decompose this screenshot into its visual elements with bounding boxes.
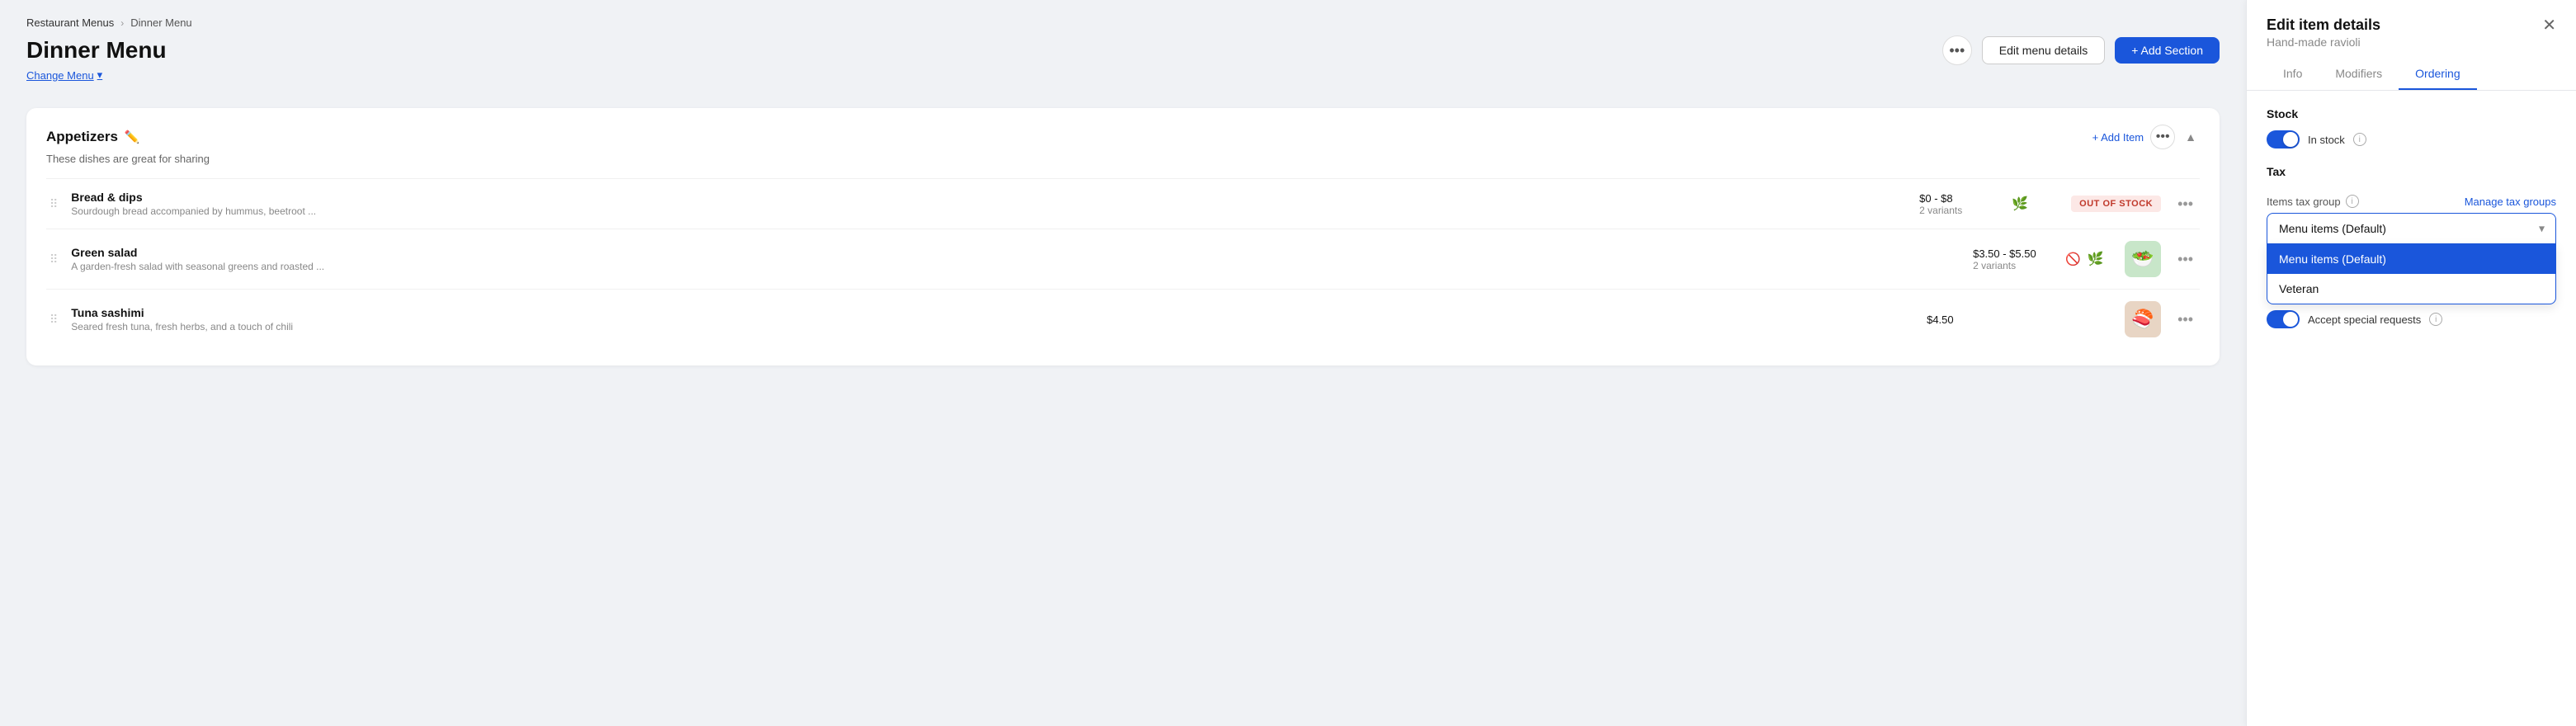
breadcrumb-separator: › bbox=[120, 17, 124, 29]
section-title: Appetizers bbox=[46, 129, 118, 145]
stock-row: In stock i bbox=[2267, 130, 2556, 148]
manage-tax-link[interactable]: Manage tax groups bbox=[2465, 196, 2556, 208]
item-price: $0 - $8 2 variants bbox=[1919, 192, 2002, 216]
item-more-button[interactable]: ••• bbox=[2171, 248, 2200, 271]
tax-option-veteran[interactable]: Veteran bbox=[2267, 274, 2555, 304]
toggle-knob bbox=[2283, 132, 2298, 147]
item-name: Tuna sashimi bbox=[71, 306, 1917, 319]
tax-label-row: Items tax group i Manage tax groups bbox=[2267, 195, 2556, 208]
breadcrumb: Restaurant Menus › Dinner Menu bbox=[26, 16, 2220, 29]
edit-section-icon[interactable]: ✏️ bbox=[125, 130, 140, 144]
tax-dropdown: Menu items (Default) ▾ Menu items (Defau… bbox=[2267, 213, 2556, 244]
change-menu-link[interactable]: Change Menu ▾ bbox=[26, 68, 2220, 82]
item-name: Green salad bbox=[71, 246, 1963, 259]
tax-section-title: Tax bbox=[2267, 165, 2286, 178]
add-item-button[interactable]: + Add Item bbox=[2092, 131, 2144, 144]
collapse-section-button[interactable]: ▲ bbox=[2182, 127, 2200, 147]
section-subtitle: These dishes are great for sharing bbox=[46, 153, 2200, 165]
chevron-up-icon: ▲ bbox=[2185, 130, 2196, 144]
leaf-icon: 🌿 bbox=[2012, 196, 2028, 212]
no-image-icon: 🚫 bbox=[2065, 252, 2081, 266]
special-requests-label: Accept special requests bbox=[2308, 314, 2421, 326]
chevron-down-icon: ▾ bbox=[97, 68, 103, 82]
drag-handle[interactable]: ⠿ bbox=[46, 252, 61, 266]
breadcrumb-parent[interactable]: Restaurant Menus bbox=[26, 16, 114, 29]
edit-item-panel: Edit item details ✕ Hand-made ravioli In… bbox=[2246, 0, 2576, 726]
tax-option-default[interactable]: Menu items (Default) bbox=[2267, 244, 2555, 274]
toggle-blue-knob bbox=[2283, 312, 2298, 327]
special-requests-info-icon[interactable]: i bbox=[2429, 313, 2442, 326]
item-name: Bread & dips bbox=[71, 191, 1909, 204]
item-price: $4.50 bbox=[1927, 314, 2009, 326]
stock-label: In stock bbox=[2308, 134, 2345, 146]
stock-section-title: Stock bbox=[2267, 107, 2556, 120]
list-item: ⠿ Tuna sashimi Seared fresh tuna, fresh … bbox=[46, 289, 2200, 349]
breadcrumb-current: Dinner Menu bbox=[130, 16, 191, 29]
out-of-stock-badge: OUT OF STOCK bbox=[2071, 196, 2161, 212]
add-section-button[interactable]: + Add Section bbox=[2115, 37, 2220, 64]
close-panel-button[interactable]: ✕ bbox=[2542, 17, 2556, 34]
drag-handle[interactable]: ⠿ bbox=[46, 197, 61, 211]
item-description: Sourdough bread accompanied by hummus, b… bbox=[71, 205, 335, 217]
tax-group-label: Items tax group bbox=[2267, 196, 2341, 208]
section-actions: + Add Item ••• ▲ bbox=[2092, 125, 2200, 149]
section-card: Appetizers ✏️ + Add Item ••• ▲ These dis… bbox=[26, 108, 2220, 365]
item-thumbnail: 🥗 bbox=[2125, 241, 2161, 277]
item-more-button[interactable]: ••• bbox=[2171, 308, 2200, 332]
tax-header: Tax bbox=[2267, 165, 2556, 188]
page-title: Dinner Menu bbox=[26, 37, 167, 64]
tab-ordering[interactable]: Ordering bbox=[2399, 59, 2476, 90]
special-requests-row: Accept special requests i bbox=[2267, 310, 2556, 328]
item-icons: 🚫 🌿 bbox=[2065, 251, 2115, 267]
item-description: A garden-fresh salad with seasonal green… bbox=[71, 261, 335, 272]
tab-modifiers[interactable]: Modifiers bbox=[2319, 59, 2399, 90]
list-item: ⠿ Green salad A garden-fresh salad with … bbox=[46, 229, 2200, 289]
tax-dropdown-trigger[interactable]: Menu items (Default) ▾ bbox=[2267, 213, 2556, 244]
tax-dropdown-menu: Menu items (Default) Veteran bbox=[2267, 244, 2556, 304]
drag-handle[interactable]: ⠿ bbox=[46, 313, 61, 327]
item-description: Seared fresh tuna, fresh herbs, and a to… bbox=[71, 321, 335, 332]
panel-tabs: Info Modifiers Ordering bbox=[2267, 59, 2556, 90]
item-price: $3.50 - $5.50 2 variants bbox=[1973, 248, 2055, 271]
panel-subtitle: Hand-made ravioli bbox=[2267, 35, 2556, 49]
list-item: ⠿ Bread & dips Sourdough bread accompani… bbox=[46, 178, 2200, 229]
section-more-button[interactable]: ••• bbox=[2150, 125, 2175, 149]
item-more-button[interactable]: ••• bbox=[2171, 192, 2200, 216]
special-requests-toggle[interactable] bbox=[2267, 310, 2300, 328]
edit-menu-button[interactable]: Edit menu details bbox=[1982, 36, 2105, 64]
tax-info-icon[interactable]: i bbox=[2346, 195, 2359, 208]
item-thumbnail: 🍣 bbox=[2125, 301, 2161, 337]
section-dots-icon: ••• bbox=[2156, 130, 2170, 144]
item-icons: 🌿 bbox=[2012, 196, 2061, 212]
stock-info-icon[interactable]: i bbox=[2353, 133, 2366, 146]
dots-icon: ••• bbox=[1949, 42, 1965, 59]
header-actions: ••• Edit menu details + Add Section bbox=[1942, 35, 2220, 65]
tax-selected-value: Menu items (Default) bbox=[2279, 222, 2386, 235]
panel-title: Edit item details bbox=[2267, 16, 2380, 34]
more-options-button[interactable]: ••• bbox=[1942, 35, 1972, 65]
chevron-down-icon: ▾ bbox=[2539, 222, 2545, 236]
leaf-icon: 🌿 bbox=[2088, 251, 2104, 267]
in-stock-toggle[interactable] bbox=[2267, 130, 2300, 148]
tab-info[interactable]: Info bbox=[2267, 59, 2319, 90]
